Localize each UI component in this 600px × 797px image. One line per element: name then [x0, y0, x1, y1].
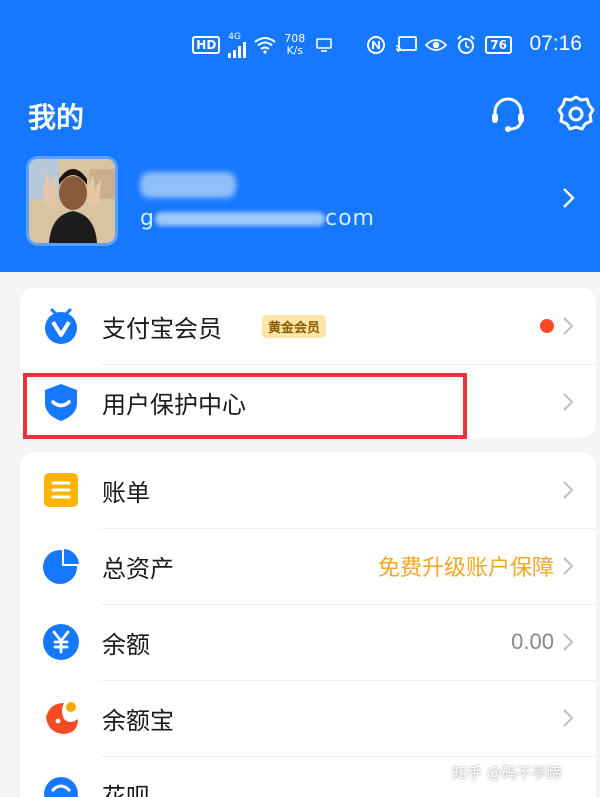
chevron-right-icon [562, 556, 574, 576]
yuan-icon [40, 621, 82, 663]
list-item-label: 余额宝 [102, 706, 174, 735]
signal-icon [228, 42, 247, 58]
wifi-icon [254, 34, 276, 56]
list-item-balance[interactable]: 余额 0.00 [20, 604, 596, 680]
page-title: 我的 [28, 101, 85, 134]
pie-chart-icon [40, 545, 82, 587]
network-speed-unit: K/s [286, 44, 304, 57]
clock: 07:16 [529, 32, 582, 55]
cast-icon [395, 34, 418, 56]
chevron-right-icon [562, 632, 574, 652]
yuebao-icon [40, 697, 82, 739]
list-item-yuebao[interactable]: 余额宝 [20, 680, 596, 756]
alarm-icon [455, 34, 477, 56]
account-redaction [154, 212, 325, 226]
headset-icon [492, 97, 524, 132]
list-item-label: 账单 [102, 478, 150, 507]
list-item-bill[interactable]: 账单 [20, 452, 596, 528]
eye-comfort-icon [425, 34, 448, 56]
chevron-right-icon [562, 480, 574, 500]
account-protection-promo[interactable]: 免费升级账户保障 [378, 550, 554, 582]
notification-dot [540, 319, 554, 333]
battery-indicator: 76 [485, 36, 512, 54]
customer-service-button[interactable] [488, 94, 528, 134]
gold-member-badge: 黄金会员 [262, 314, 327, 338]
profile-account-suffix: com [324, 206, 375, 231]
profile-account: g com [140, 206, 375, 231]
profile-chevron-icon[interactable] [560, 186, 578, 210]
settings-button[interactable] [556, 94, 596, 134]
status-bar: HD 4G 708 K/s 76 07:16 [0, 28, 600, 64]
bill-icon [40, 469, 82, 511]
chevron-right-icon [562, 392, 574, 412]
profile-header: HD 4G 708 K/s 76 07:16 我的 g com [0, 0, 600, 272]
list-item-label: 余额 [102, 630, 150, 659]
chevron-right-icon [562, 316, 574, 336]
hd-indicator: HD [192, 36, 221, 54]
list-item-label: 总资产 [102, 554, 174, 583]
network-indicator: 4G [228, 32, 247, 58]
nfc-icon [365, 34, 387, 56]
list-item-alipay-member[interactable]: 支付宝会员 黄金会员 [20, 288, 596, 364]
chevron-right-icon [562, 708, 574, 728]
network-type: 4G [228, 32, 241, 42]
network-speed: 708 K/s [284, 33, 305, 57]
profile-name-redacted [140, 172, 236, 198]
avatar-photo [29, 159, 115, 243]
gear-icon [557, 95, 595, 131]
avatar[interactable] [26, 156, 118, 246]
desktop-sync-icon [313, 34, 335, 56]
list-item-label: 支付宝会员 [102, 314, 222, 343]
profile-account-prefix: g [140, 206, 155, 231]
list-item-total-assets[interactable]: 总资产 免费升级账户保障 [20, 528, 596, 604]
main-list-card: 账单 总资产 免费升级账户保障 余额 0.00 余额宝 花呗 [20, 452, 596, 797]
alipay-member-icon [40, 305, 82, 347]
highlight-annotation [23, 373, 467, 439]
watermark: 知乎 @码不亭蹄 [452, 764, 562, 782]
balance-value: 0.00 [511, 629, 554, 654]
list-item-label: 花呗 [102, 782, 150, 797]
huabei-icon [40, 773, 82, 797]
